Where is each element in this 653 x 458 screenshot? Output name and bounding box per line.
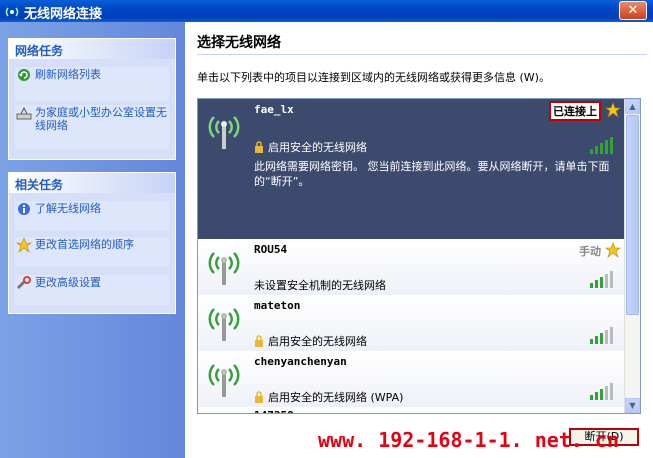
signal-strength-icon — [590, 327, 613, 344]
signal-strength-icon — [590, 137, 613, 154]
network-item-mateton[interactable]: mateton 启用安全的无线网络 — [198, 295, 625, 351]
task-panel: 网络任务 刷新网络列表 为家庭或小型办公室设置无线网络 相关任务 了解无线网络 — [0, 22, 185, 458]
refresh-icon — [18, 69, 30, 81]
signal-strength-icon — [590, 271, 613, 288]
window-title: 无线网络连接 — [24, 7, 103, 22]
change-advanced-settings-link[interactable]: 更改高级设置 — [15, 275, 169, 305]
change-preferred-order-label: 更改首选网络的顺序 — [35, 238, 134, 251]
scroll-down-button[interactable]: ▼ — [625, 398, 640, 413]
setup-icon — [16, 106, 32, 120]
refresh-network-list-link[interactable]: 刷新网络列表 — [15, 67, 169, 101]
preferred-star-icon — [605, 102, 621, 118]
setup-wireless-label: 为家庭或小型办公室设置无线网络 — [35, 106, 167, 132]
security-line: 启用安全的无线网络 — [254, 139, 367, 155]
network-name: 147258 — [254, 409, 294, 413]
network-item-chenyanchenyan[interactable]: chenyanchenyan 启用安全的无线网络 (WPA) — [198, 351, 625, 407]
setup-wireless-link[interactable]: 为家庭或小型办公室设置无线网络 — [15, 105, 169, 149]
network-name: ROU54 — [254, 243, 288, 256]
network-item-rou54[interactable]: ROU54 手动 未设置安全机制的无线网络 — [198, 239, 625, 295]
security-label: 启用安全的无线网络 — [268, 141, 367, 154]
wireless-antenna-icon — [208, 252, 240, 285]
instructions-text: 单击以下列表中的项目以连接到区域内的无线网络或获得更多信息 (W)。 — [197, 71, 550, 84]
change-preferred-order-link[interactable]: 更改首选网络的顺序 — [15, 237, 169, 267]
learn-wireless-label: 了解无线网络 — [35, 202, 101, 215]
status-badge: 手动 — [579, 245, 601, 258]
wireless-antenna-icon — [208, 308, 240, 341]
status-badge: 已连接上 — [549, 101, 601, 121]
security-line: 未设置安全机制的无线网络 — [254, 277, 386, 293]
network-description: 此网络需要网络密钥。 您当前连接到此网络。要从网络断开，请单击下面的“断开”。 — [254, 160, 610, 188]
watermark: www. 192-168-1-1. net. cn — [318, 428, 620, 452]
settings-icon — [16, 276, 31, 290]
related-tasks-group: 相关任务 了解无线网络 更改首选网络的顺序 更改高级设置 — [8, 172, 176, 314]
network-item-fae-lx[interactable]: fae_lx 已连接上 启用安全的无线网络 此网络需要网络密钥。 您当前连接到此… — [198, 99, 625, 239]
lock-icon — [255, 391, 263, 403]
lock-icon — [255, 141, 263, 153]
network-item-147258[interactable]: 147258 — [198, 407, 625, 413]
security-line: 启用安全的无线网络 — [254, 333, 367, 349]
preferred-star-icon — [605, 242, 621, 258]
related-tasks-heading: 相关任务 — [9, 173, 175, 193]
page-title: 选择无线网络 — [197, 35, 281, 51]
network-name: mateton — [254, 299, 301, 312]
heading-divider — [197, 54, 647, 55]
lock-icon — [255, 335, 263, 347]
refresh-network-list-label: 刷新网络列表 — [35, 68, 101, 81]
network-list[interactable]: fae_lx 已连接上 启用安全的无线网络 此网络需要网络密钥。 您当前连接到此… — [197, 98, 641, 414]
info-icon — [18, 203, 30, 215]
close-button[interactable]: ✕ — [619, 1, 647, 20]
network-name: fae_lx — [254, 103, 294, 116]
wireless-antenna-icon — [208, 116, 240, 149]
security-label: 未设置安全机制的无线网络 — [254, 279, 386, 292]
network-tasks-group: 网络任务 刷新网络列表 为家庭或小型办公室设置无线网络 — [8, 38, 176, 160]
scroll-up-button[interactable]: ▲ — [625, 99, 640, 114]
title-bar: 无线网络连接 ✕ — [0, 0, 653, 22]
main-panel: 选择无线网络 单击以下列表中的项目以连接到区域内的无线网络或获得更多信息 (W)… — [185, 22, 653, 458]
wireless-antenna-icon — [208, 364, 240, 397]
network-tasks-heading: 网络任务 — [9, 39, 175, 59]
scroll-thumb[interactable] — [626, 115, 639, 315]
change-advanced-settings-label: 更改高级设置 — [35, 276, 101, 289]
network-list-scrollbar[interactable]: ▲ ▼ — [624, 99, 640, 413]
signal-strength-icon — [590, 383, 613, 400]
learn-wireless-link[interactable]: 了解无线网络 — [15, 201, 169, 231]
security-label: 启用安全的无线网络 (WPA) — [268, 391, 404, 404]
wireless-network-icon — [5, 7, 19, 17]
security-line: 启用安全的无线网络 (WPA) — [254, 389, 403, 405]
star-icon — [16, 237, 32, 253]
security-label: 启用安全的无线网络 — [268, 335, 367, 348]
network-name: chenyanchenyan — [254, 355, 347, 368]
